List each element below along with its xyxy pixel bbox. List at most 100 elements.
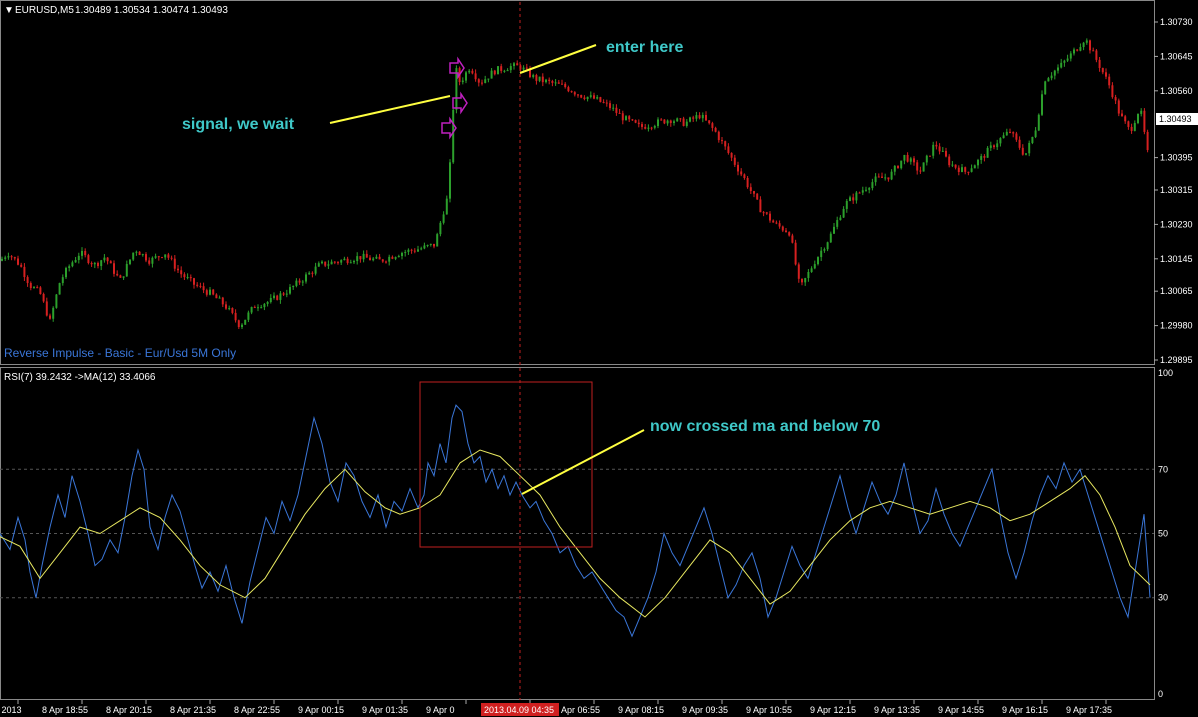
- candle-body: [1057, 67, 1059, 71]
- candle-body: [874, 176, 877, 183]
- candle-body: [1143, 110, 1146, 132]
- candle-body: [996, 143, 999, 148]
- candle-body: [321, 261, 323, 264]
- candle-body: [769, 213, 771, 221]
- candle-body: [129, 259, 131, 264]
- time-tick-label: 9 Apr 09:35: [682, 705, 728, 715]
- candle-body: [1127, 121, 1130, 127]
- candle-body: [653, 126, 656, 128]
- candle-body: [340, 260, 343, 263]
- candle-body: [215, 294, 218, 299]
- candle-body: [1146, 131, 1149, 151]
- candle-body: [247, 312, 250, 320]
- candle-body: [1098, 59, 1101, 69]
- candle-body: [1111, 85, 1114, 98]
- price-tick-label: 1.29895: [1160, 355, 1193, 365]
- candle-body: [305, 274, 307, 282]
- annotation-signal: signal, we wait: [182, 116, 295, 133]
- candle-body: [618, 112, 621, 114]
- candle-body: [890, 171, 893, 180]
- candle-body: [388, 256, 391, 262]
- candle-body: [900, 160, 903, 169]
- candle-body: [522, 67, 525, 70]
- candle-body: [535, 75, 538, 81]
- candle-body: [621, 113, 624, 121]
- chart-menu-triangle[interactable]: ▼: [4, 5, 14, 16]
- candle-body: [106, 257, 109, 262]
- signal-arrow-icon: [452, 91, 468, 115]
- candle-body: [858, 192, 861, 194]
- candle-body: [842, 208, 845, 218]
- candle-body: [538, 76, 541, 81]
- candle-body: [122, 276, 125, 278]
- candle-body: [349, 262, 352, 264]
- candle-body: [541, 76, 544, 83]
- candle-body: [826, 242, 829, 250]
- candle-body: [506, 70, 509, 72]
- highlight-box: [419, 381, 593, 548]
- candle-body: [871, 182, 874, 189]
- candle-body: [308, 272, 311, 275]
- candle-body: [71, 262, 74, 267]
- candle-body: [177, 268, 179, 271]
- candle-body: [868, 188, 871, 190]
- candle-body: [676, 118, 679, 122]
- annotation-line-enter: [519, 44, 597, 74]
- candle-body: [794, 242, 797, 265]
- candle-body: [1140, 110, 1143, 114]
- candle-body: [1108, 76, 1111, 86]
- candle-body: [695, 115, 698, 119]
- candle-body: [650, 127, 653, 129]
- candle-body: [689, 117, 691, 122]
- candle-body: [580, 94, 583, 98]
- candle-body: [225, 304, 227, 309]
- candle-body: [1085, 40, 1088, 43]
- candle-body: [948, 156, 951, 166]
- candle-body: [609, 103, 611, 109]
- candle-body: [269, 298, 272, 303]
- rsi-axis: 100 70 50 30 0: [1158, 368, 1173, 699]
- candle-body: [356, 256, 359, 261]
- time-tick-label: 9 Apr 10:55: [746, 705, 792, 715]
- candle-body: [1053, 70, 1056, 76]
- candle-body: [551, 81, 554, 83]
- candle-body: [922, 162, 925, 172]
- candle-body: [845, 200, 848, 209]
- candle-body: [202, 286, 205, 291]
- candle-body: [817, 257, 819, 265]
- candle-body: [628, 116, 631, 120]
- time-tick-label: 9 Apr 13:35: [874, 705, 920, 715]
- candle-body: [273, 295, 275, 299]
- candle-body: [423, 245, 426, 249]
- candle-body: [209, 289, 211, 295]
- candle-body: [810, 268, 813, 272]
- trading-chart[interactable]: ▼ EURUSD,M5 1.30489 1.30534 1.30474 1.30…: [0, 0, 1198, 717]
- candle-body: [605, 102, 608, 104]
- candle-body: [762, 212, 765, 214]
- candle-body: [980, 156, 983, 160]
- candle-body: [1018, 139, 1021, 148]
- price-panel-frame: [0, 0, 1155, 365]
- annotation-enter: enter here: [606, 39, 683, 56]
- candle-body: [241, 324, 243, 327]
- annotation-crossed: now crossed ma and below 70: [650, 418, 880, 435]
- candle-body: [634, 120, 637, 123]
- candle-body: [925, 155, 928, 163]
- candle-body: [93, 262, 96, 265]
- candle-body: [586, 96, 589, 100]
- candle-body: [260, 307, 263, 309]
- candle-body: [717, 131, 720, 141]
- candle-body: [145, 254, 147, 261]
- candle-body: [749, 187, 752, 192]
- candle-body: [1050, 75, 1053, 79]
- candle-body: [33, 287, 35, 289]
- candle-body: [164, 254, 167, 258]
- time-tick-label: 9 Apr 00:15: [298, 705, 344, 715]
- candle-body: [772, 220, 775, 223]
- candle-body: [161, 257, 163, 259]
- candle-body: [788, 232, 791, 236]
- candle-body: [711, 123, 714, 128]
- candle-body: [1076, 49, 1079, 51]
- candle-body: [861, 190, 864, 193]
- candle-body: [433, 243, 435, 247]
